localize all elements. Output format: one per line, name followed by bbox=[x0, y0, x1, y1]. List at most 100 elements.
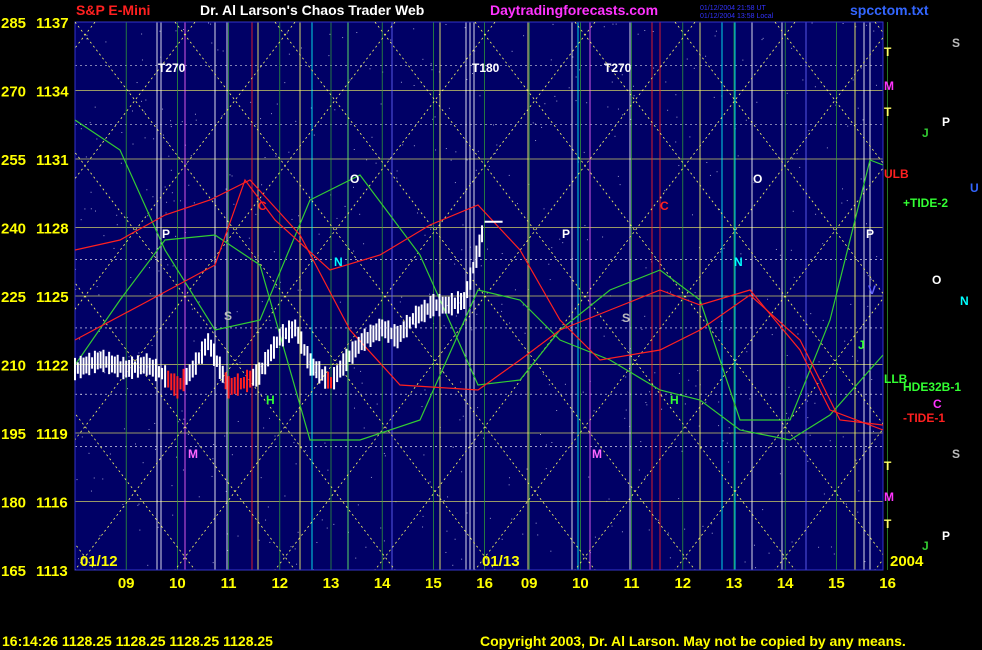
timestamp-ut: 01/12/2004 21:58 UT bbox=[700, 5, 766, 12]
star-dot bbox=[155, 448, 157, 450]
energy-label: H bbox=[670, 393, 679, 407]
star-dot bbox=[537, 534, 539, 536]
star-dot bbox=[786, 355, 788, 357]
star-dot bbox=[275, 286, 277, 288]
star-dot bbox=[145, 99, 147, 101]
star-dot bbox=[181, 121, 183, 123]
star-dot bbox=[796, 152, 798, 154]
star-dot bbox=[611, 525, 613, 527]
star-dot bbox=[180, 200, 182, 202]
star-dot bbox=[85, 156, 87, 158]
star-dot bbox=[86, 38, 88, 40]
star-dot bbox=[168, 155, 170, 157]
star-dot bbox=[862, 119, 864, 121]
star-dot bbox=[288, 151, 290, 153]
star-dot bbox=[768, 552, 770, 554]
star-dot bbox=[78, 558, 80, 560]
star-dot bbox=[775, 248, 777, 250]
y-tick-right: 1137 bbox=[36, 15, 69, 32]
star-dot bbox=[359, 213, 361, 215]
star-dot bbox=[625, 376, 627, 378]
star-dot bbox=[450, 159, 452, 161]
star-dot bbox=[269, 319, 271, 321]
star-dot bbox=[261, 301, 263, 303]
star-dot bbox=[792, 210, 794, 212]
star-dot bbox=[400, 81, 402, 83]
star-dot bbox=[549, 279, 551, 281]
star-dot bbox=[329, 33, 331, 35]
star-dot bbox=[625, 409, 627, 411]
star-dot bbox=[852, 79, 854, 81]
star-dot bbox=[360, 370, 362, 372]
star-dot bbox=[144, 137, 146, 139]
x-tick-day2: 10 bbox=[572, 575, 589, 592]
star-dot bbox=[270, 113, 272, 115]
star-dot bbox=[791, 47, 793, 49]
star-dot bbox=[822, 319, 824, 321]
star-dot bbox=[611, 81, 613, 83]
star-dot bbox=[422, 515, 424, 517]
star-dot bbox=[714, 35, 716, 37]
quote-readout: 16:14:26 1128.25 1128.25 1128.25 1128.25 bbox=[2, 633, 273, 649]
star-dot bbox=[191, 308, 193, 310]
star-dot bbox=[786, 412, 788, 414]
star-dot bbox=[455, 315, 457, 317]
star-dot bbox=[263, 427, 265, 429]
star-dot bbox=[396, 170, 398, 172]
star-dot bbox=[865, 223, 867, 225]
star-dot bbox=[657, 519, 659, 521]
star-dot bbox=[295, 120, 297, 122]
star-dot bbox=[755, 567, 757, 569]
star-dot bbox=[402, 144, 404, 146]
star-dot bbox=[90, 191, 92, 193]
star-dot bbox=[286, 32, 288, 34]
star-dot bbox=[333, 523, 335, 525]
star-dot bbox=[431, 69, 433, 71]
star-dot bbox=[177, 421, 179, 423]
star-dot bbox=[199, 445, 201, 447]
star-dot bbox=[845, 503, 847, 505]
star-dot bbox=[166, 201, 168, 203]
planet-label: U bbox=[970, 181, 979, 195]
star-dot bbox=[534, 123, 536, 125]
star-dot bbox=[799, 166, 801, 168]
star-dot bbox=[762, 509, 764, 511]
star-dot bbox=[852, 355, 854, 357]
star-dot bbox=[496, 144, 498, 146]
star-dot bbox=[489, 517, 491, 519]
star-dot bbox=[380, 527, 382, 529]
star-dot bbox=[446, 530, 448, 532]
star-dot bbox=[284, 495, 286, 497]
star-dot bbox=[151, 345, 153, 347]
timestamp-block: 01/12/2004 21:58 UT 01/12/2004 13:58 Loc… bbox=[700, 5, 773, 21]
star-dot bbox=[370, 476, 372, 478]
star-dot bbox=[211, 475, 213, 477]
symbol-label: S&P E-Mini bbox=[76, 2, 151, 18]
star-dot bbox=[164, 186, 166, 188]
star-dot bbox=[130, 277, 132, 279]
x-tick-day2: 13 bbox=[726, 575, 743, 592]
day-label-2: 01/13 bbox=[482, 553, 520, 570]
star-dot bbox=[236, 311, 238, 313]
star-dot bbox=[815, 213, 817, 215]
star-dot bbox=[522, 533, 524, 535]
star-dot bbox=[446, 305, 448, 307]
star-dot bbox=[493, 124, 495, 126]
x-tick-day2: 11 bbox=[624, 575, 640, 592]
star-dot bbox=[846, 200, 848, 202]
star-dot bbox=[290, 546, 292, 548]
star-dot bbox=[562, 242, 564, 244]
star-dot bbox=[872, 430, 874, 432]
star-dot bbox=[113, 247, 115, 249]
energy-label: O bbox=[753, 172, 762, 186]
star-dot bbox=[267, 506, 269, 508]
star-dot bbox=[109, 453, 111, 455]
star-dot bbox=[539, 433, 541, 435]
star-dot bbox=[867, 305, 869, 307]
star-dot bbox=[225, 188, 227, 190]
star-dot bbox=[159, 30, 161, 32]
star-dot bbox=[603, 335, 605, 337]
site-link[interactable]: Daytradingforecasts.com bbox=[490, 2, 658, 18]
star-dot bbox=[501, 538, 503, 540]
star-dot bbox=[443, 325, 445, 327]
